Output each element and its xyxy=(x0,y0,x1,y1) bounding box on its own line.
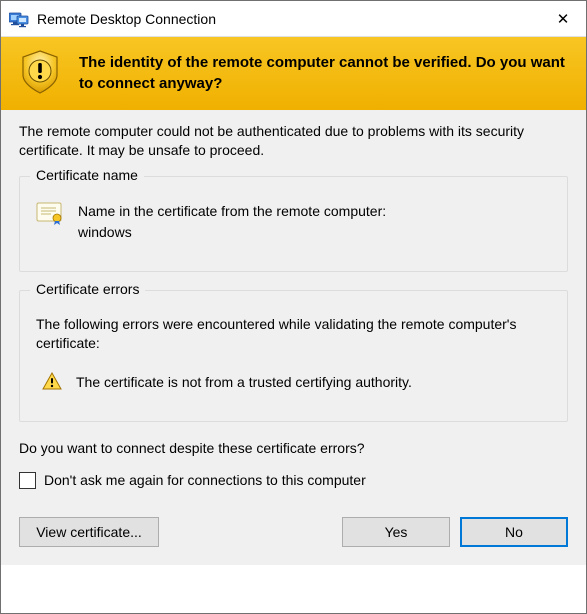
dont-ask-checkbox[interactable]: Don't ask me again for connections to th… xyxy=(19,472,568,489)
yes-button[interactable]: Yes xyxy=(342,517,450,547)
lead-text: The remote computer could not be authent… xyxy=(19,122,568,160)
shield-warning-icon xyxy=(19,49,61,98)
connect-question: Do you want to connect despite these cer… xyxy=(19,440,568,456)
certificate-name-label: Name in the certificate from the remote … xyxy=(78,201,386,222)
checkbox-box-icon xyxy=(19,472,36,489)
certificate-name-title: Certificate name xyxy=(30,167,144,183)
certificate-errors-group: Certificate errors The following errors … xyxy=(19,290,568,422)
close-icon: ✕ xyxy=(557,10,570,28)
certificate-error-item: The certificate is not from a trusted ce… xyxy=(42,372,551,393)
dialog-content: The remote computer could not be authent… xyxy=(1,110,586,565)
certificate-error-text: The certificate is not from a trusted ce… xyxy=(76,374,412,390)
no-button[interactable]: No xyxy=(460,517,568,547)
window-title: Remote Desktop Connection xyxy=(37,11,540,27)
certificate-name-group: Certificate name Name in the certificate… xyxy=(19,176,568,272)
dont-ask-label: Don't ask me again for connections to th… xyxy=(44,472,366,488)
certificate-name-text: Name in the certificate from the remote … xyxy=(78,201,386,243)
view-certificate-button[interactable]: View certificate... xyxy=(19,517,159,547)
titlebar: Remote Desktop Connection ✕ xyxy=(1,1,586,37)
warning-banner: The identity of the remote computer cann… xyxy=(1,37,586,110)
button-row: View certificate... Yes No xyxy=(19,517,568,547)
certificate-name-value: windows xyxy=(78,222,386,243)
warning-banner-text: The identity of the remote computer cann… xyxy=(79,53,568,94)
certificate-icon xyxy=(36,201,64,228)
warning-triangle-icon xyxy=(42,372,62,393)
certificate-errors-title: Certificate errors xyxy=(30,281,145,297)
certificate-errors-intro: The following errors were encountered wh… xyxy=(36,315,551,354)
rdp-app-icon xyxy=(9,10,29,28)
close-button[interactable]: ✕ xyxy=(540,1,586,37)
